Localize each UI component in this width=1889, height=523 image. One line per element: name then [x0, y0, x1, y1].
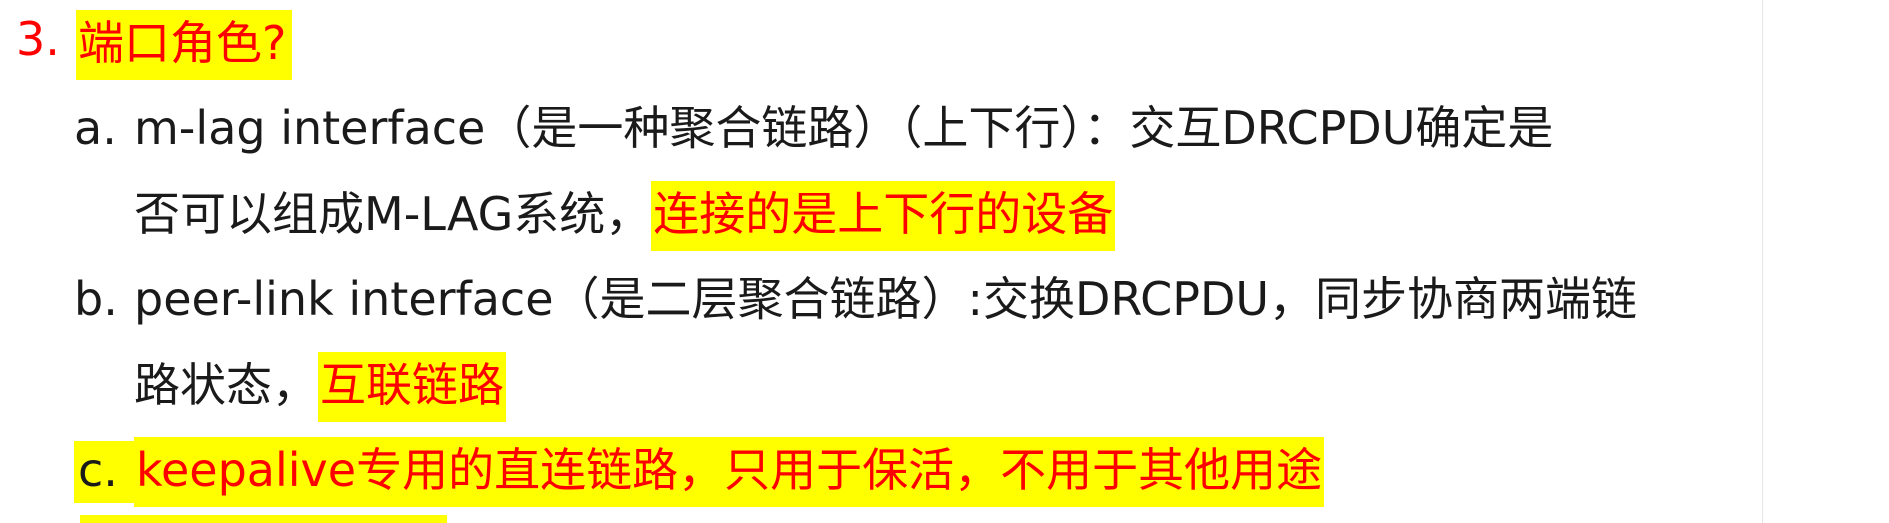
item-a-line2-text: 否可以组成M-LAG系统， [134, 187, 652, 241]
heading-title: 端口角色? [76, 10, 293, 80]
document-page: 3. 端口角色? a. m-lag interface（是一种聚合链路）（上下行… [0, 0, 1760, 523]
page-edge-divider [1762, 0, 1763, 523]
item-c-highlight: keepalive专用的直连链路，只用于保活，不用于其他用途 [134, 437, 1325, 507]
list-marker-b: b. [74, 272, 118, 326]
item-b-highlight: 互联链路 [318, 352, 506, 422]
item-a-line1: m-lag interface（是一种聚合链路）（上下行）：交互DRCPDU确定… [134, 101, 1554, 155]
item-c-line1: keepalive专用的直连链路，只用于保活，不用于其他用途 [134, 437, 1325, 507]
item-a-line2: 否可以组成M-LAG系统，连接的是上下行的设备 [134, 181, 1116, 251]
list-marker-c: c. [74, 441, 136, 503]
item-b-line2-text: 路状态， [134, 358, 318, 412]
item-b-line1: peer-link interface（是二层聚合链路）:交换DRCPDU，同步… [134, 272, 1638, 326]
list-marker-c-text: c. [74, 441, 136, 503]
list-marker-a: a. [74, 101, 117, 155]
item-b-line2: 路状态，互联链路 [134, 352, 506, 422]
highlight-strip [80, 515, 447, 523]
heading-number: 3. [16, 12, 60, 66]
item-a-highlight: 连接的是上下行的设备 [651, 181, 1116, 251]
